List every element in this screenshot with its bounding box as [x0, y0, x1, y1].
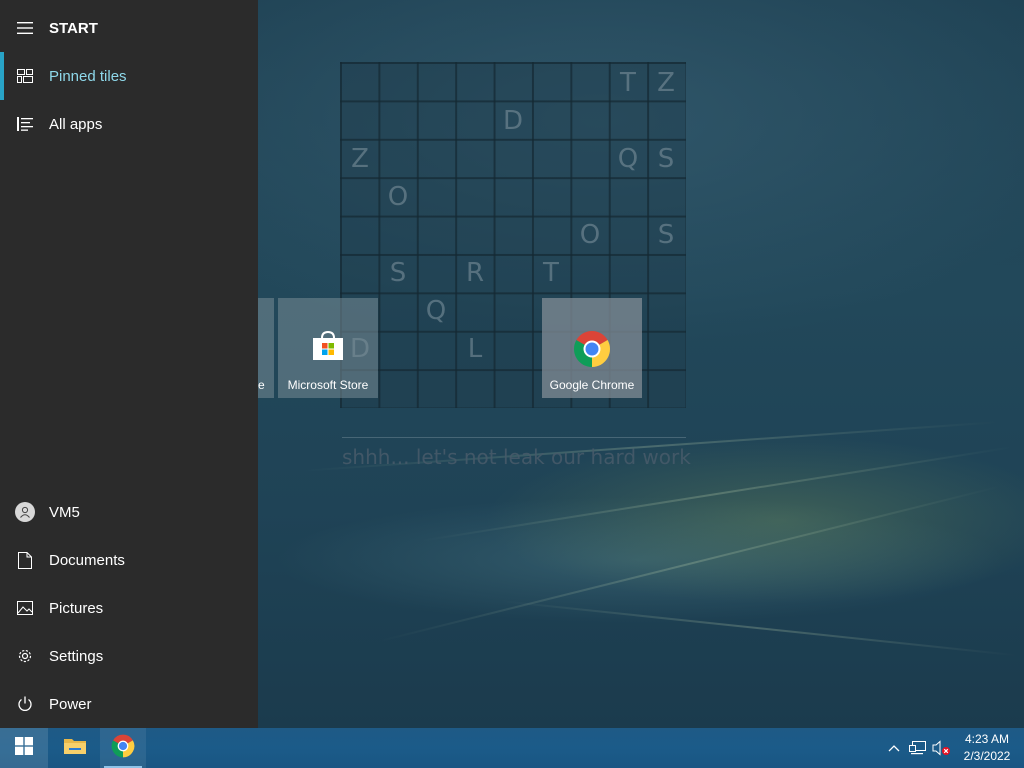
- taskbar-clock[interactable]: 4:23 AM 2/3/2022: [958, 731, 1016, 765]
- list-icon: [0, 117, 49, 131]
- nav-item-power[interactable]: Power: [0, 680, 258, 728]
- file-explorer-icon: [63, 736, 87, 761]
- wallpaper-letter: Z: [351, 144, 369, 174]
- nav-item-label: Documents: [49, 551, 125, 569]
- start-menu-panel: START Pinned tiles All apps VM5 Document…: [0, 0, 258, 728]
- gear-icon: [0, 648, 49, 664]
- nav-item-documents[interactable]: Documents: [0, 536, 258, 584]
- nav-item-label: Pinned tiles: [49, 67, 127, 85]
- network-icon[interactable]: [908, 738, 928, 758]
- nav-item-label: All apps: [49, 115, 103, 133]
- nav-item-label: Pictures: [49, 599, 104, 617]
- wallpaper-letter: O: [579, 220, 601, 250]
- hamburger-menu-icon[interactable]: [0, 22, 49, 34]
- wallpaper-caption: shhh... let's not leak our hard work: [342, 445, 691, 469]
- windows-start-button[interactable]: [0, 728, 48, 768]
- user-name: VM5: [49, 503, 80, 521]
- wallpaper-letter: S: [657, 144, 675, 174]
- start-header[interactable]: START: [0, 4, 258, 52]
- tile-partial[interactable]: e: [258, 298, 274, 398]
- wallpaper-light-streak: [379, 485, 1002, 642]
- document-icon: [0, 551, 49, 569]
- wallpaper-letter: Q: [617, 144, 639, 174]
- taskbar-google-chrome[interactable]: [100, 728, 146, 768]
- store-bag-icon: [311, 330, 345, 365]
- wallpaper-letter: R: [465, 258, 485, 288]
- wallpaper-letter: S: [657, 220, 675, 250]
- tile-google-chrome[interactable]: Google Chrome: [542, 298, 642, 398]
- clock-time: 4:23 AM: [964, 732, 1010, 746]
- tile-label: e: [258, 378, 265, 392]
- tiles-icon: [0, 69, 49, 83]
- show-hidden-icons-chevron-up-icon[interactable]: [884, 738, 904, 758]
- taskbar-file-explorer[interactable]: [52, 728, 98, 768]
- picture-icon: [0, 601, 49, 615]
- volume-muted-icon[interactable]: [932, 738, 952, 758]
- nav-item-pictures[interactable]: Pictures: [0, 584, 258, 632]
- nav-item-settings[interactable]: Settings: [0, 632, 258, 680]
- tile-label: Google Chrome: [549, 378, 635, 392]
- wallpaper-divider: [342, 437, 686, 438]
- tile-microsoft-store[interactable]: Microsoft Store: [278, 298, 378, 398]
- clock-date: 2/3/2022: [963, 749, 1011, 763]
- wallpaper-letter: T: [620, 68, 636, 98]
- nav-item-label: Power: [49, 695, 92, 713]
- chrome-icon: [111, 734, 135, 763]
- start-header-label: START: [49, 19, 98, 37]
- user-avatar-icon: [14, 502, 35, 522]
- wallpaper-letter: T: [543, 258, 559, 288]
- wallpaper-letter: D: [502, 106, 524, 136]
- windows-logo-icon: [15, 736, 33, 760]
- user-avatar-icon-wrapper: [0, 502, 49, 522]
- tile-label: Microsoft Store: [287, 378, 369, 392]
- power-icon: [0, 696, 49, 712]
- wallpaper-light-streak: [499, 600, 1018, 657]
- taskbar: 4:23 AM 2/3/2022: [0, 728, 1024, 768]
- nav-item-all-apps[interactable]: All apps: [0, 100, 258, 148]
- desktop-screen: T Z D Z Q S O O S S R T Q D L shhh... le…: [0, 0, 1024, 768]
- wallpaper-letter: L: [467, 334, 483, 364]
- wallpaper-letter: S: [389, 258, 407, 288]
- nav-item-label: Settings: [49, 647, 104, 665]
- user-account-item[interactable]: VM5: [0, 488, 258, 536]
- wallpaper-letter: Q: [425, 296, 447, 326]
- wallpaper-letter: Z: [657, 68, 675, 98]
- chrome-icon: [573, 330, 611, 371]
- nav-item-pinned-tiles[interactable]: Pinned tiles: [0, 52, 258, 100]
- wallpaper-letter: O: [387, 182, 409, 212]
